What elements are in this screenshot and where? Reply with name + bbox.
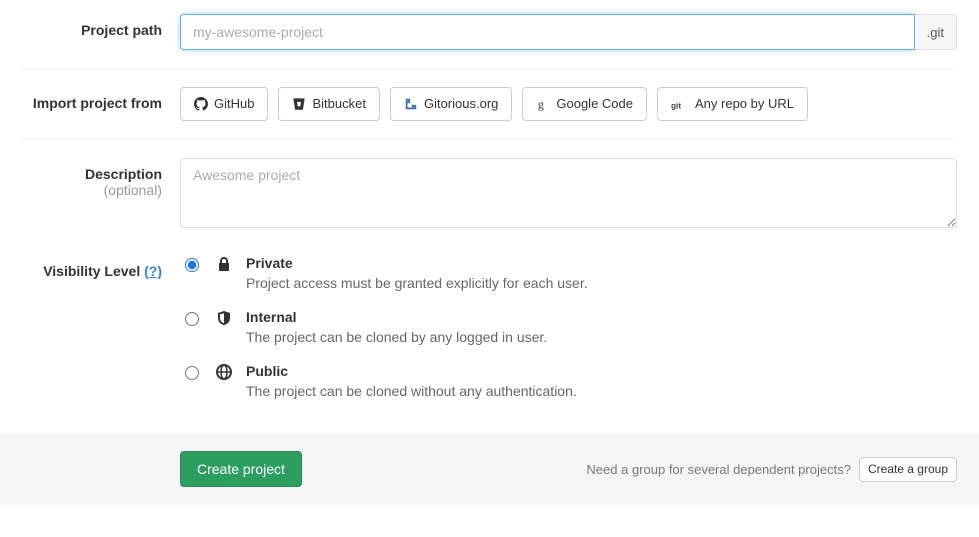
visibility-radio-public[interactable] [185, 366, 199, 380]
git-suffix: .git [915, 14, 957, 50]
project-path-label: Project path [22, 14, 180, 38]
project-path-group: .git [180, 14, 957, 50]
description-optional-label: (optional) [22, 182, 162, 198]
footer-bar: Create project Need a group for several … [0, 433, 979, 505]
visibility-radio-private[interactable] [185, 258, 199, 272]
description-textarea[interactable] [180, 158, 957, 228]
google-code-icon: g [536, 97, 550, 111]
visibility-private-desc: Project access must be granted explicitl… [246, 275, 957, 291]
project-path-row: Project path .git [22, 10, 957, 69]
bitbucket-icon [292, 97, 306, 111]
svg-text:git: git [671, 101, 681, 110]
visibility-label: Visibility Level (?) [22, 255, 180, 279]
description-label: Description (optional) [22, 158, 180, 198]
svg-text:g: g [538, 97, 544, 111]
visibility-help-link[interactable]: (?) [144, 263, 162, 279]
import-button-bitbucket[interactable]: Bitbucket [278, 87, 379, 121]
github-icon [194, 97, 208, 111]
visibility-option-private: Private Project access must be granted e… [180, 255, 957, 291]
lock-icon [216, 256, 232, 272]
visibility-internal-title: Internal [246, 309, 957, 325]
import-button-gitorious[interactable]: Gitorious.org [390, 87, 512, 121]
import-github-label: GitHub [214, 95, 254, 113]
create-group-button[interactable]: Create a group [859, 457, 957, 482]
visibility-option-public: Public The project can be cloned without… [180, 363, 957, 399]
import-any-repo-label: Any repo by URL [695, 95, 794, 113]
visibility-option-internal: Internal The project can be cloned by an… [180, 309, 957, 345]
import-google-code-label: Google Code [556, 95, 633, 113]
visibility-public-title: Public [246, 363, 957, 379]
shield-icon [216, 310, 232, 326]
visibility-row: Visibility Level (?) Private Project acc… [22, 249, 957, 423]
import-button-any-repo[interactable]: git Any repo by URL [657, 87, 808, 121]
group-hint-text: Need a group for several dependent proje… [586, 462, 851, 477]
git-icon: git [671, 97, 689, 111]
import-button-google-code[interactable]: g Google Code [522, 87, 647, 121]
visibility-private-title: Private [246, 255, 957, 271]
globe-icon [216, 364, 232, 380]
visibility-internal-desc: The project can be cloned by any logged … [246, 329, 957, 345]
visibility-radio-internal[interactable] [185, 312, 199, 326]
import-from-row: Import project from GitHub Bitbucket [22, 69, 957, 140]
import-bitbucket-label: Bitbucket [312, 95, 365, 113]
visibility-public-desc: The project can be cloned without any au… [246, 383, 957, 399]
import-from-label: Import project from [22, 87, 180, 111]
gitorious-icon [404, 97, 418, 111]
project-path-input[interactable] [180, 14, 915, 50]
create-project-button[interactable]: Create project [180, 451, 302, 487]
import-gitorious-label: Gitorious.org [424, 95, 498, 113]
description-row: Description (optional) [22, 140, 957, 249]
import-button-github[interactable]: GitHub [180, 87, 268, 121]
